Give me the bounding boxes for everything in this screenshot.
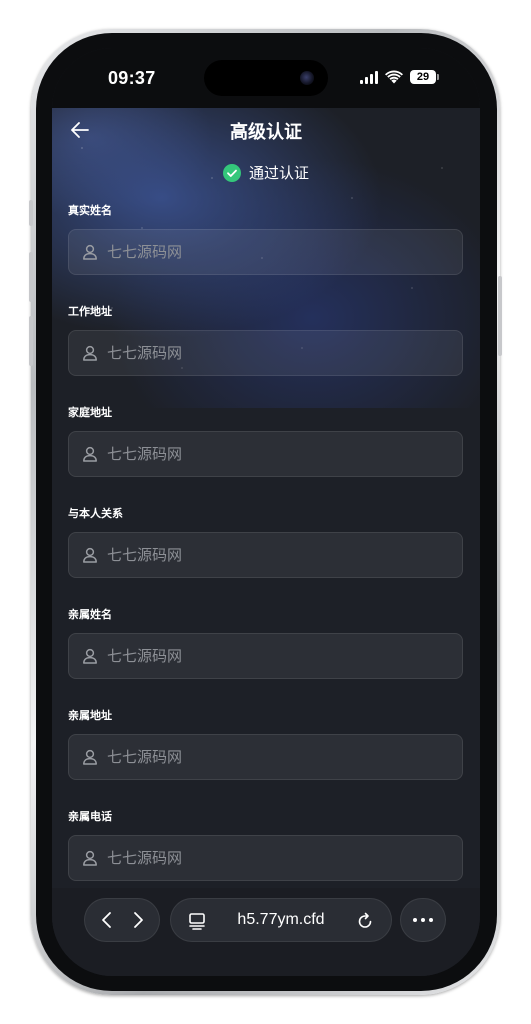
camera-icon (300, 71, 314, 85)
user-icon (83, 345, 97, 361)
page-title: 高级认证 (230, 122, 302, 143)
text-field[interactable] (68, 330, 463, 376)
dynamic-island (204, 60, 328, 96)
text-input[interactable] (107, 647, 437, 665)
mute-switch (29, 200, 33, 226)
field-label: 亲属地址 (68, 709, 112, 722)
chevron-right-icon[interactable] (127, 909, 149, 931)
check-circle-icon (222, 163, 241, 182)
volume-down-button (29, 316, 33, 366)
battery-icon: 29 (410, 70, 439, 84)
text-input[interactable] (107, 546, 437, 564)
nav-buttons (84, 898, 160, 942)
wifi-icon (385, 70, 403, 84)
text-input[interactable] (107, 748, 437, 766)
volume-up-button (29, 252, 33, 302)
text-field[interactable] (68, 633, 463, 679)
power-button (498, 276, 502, 356)
text-input[interactable] (107, 445, 437, 463)
tabs-icon[interactable] (187, 911, 207, 931)
chevron-left-icon[interactable] (96, 909, 118, 931)
user-icon (83, 547, 97, 563)
field-label: 亲属姓名 (68, 608, 112, 621)
field-label: 家庭地址 (68, 406, 112, 419)
address-bar[interactable]: h5.77ym.cfd (170, 898, 392, 942)
user-icon (83, 749, 97, 765)
text-field[interactable] (68, 734, 463, 780)
text-field[interactable] (68, 835, 463, 881)
text-field[interactable] (68, 532, 463, 578)
user-icon (83, 244, 97, 260)
text-field[interactable] (68, 431, 463, 477)
field-label: 真实姓名 (68, 204, 112, 217)
verification-text: 通过认证 (248, 164, 309, 182)
text-input[interactable] (107, 243, 437, 261)
status-icons: 29 (360, 70, 439, 84)
more-icon[interactable] (400, 898, 446, 942)
field-label: 亲属电话 (68, 810, 112, 823)
screen: 09:37 29 高级认证 通过认证 真实姓名工作 (52, 48, 480, 976)
status-time: 09:37 (108, 68, 156, 88)
text-input[interactable] (107, 344, 437, 362)
field-label: 工作地址 (68, 305, 112, 318)
user-icon (83, 850, 97, 866)
field-label: 与本人关系 (68, 507, 123, 520)
user-icon (83, 648, 97, 664)
user-icon (83, 446, 97, 462)
verification-status: 通过认证 (52, 162, 480, 183)
page-header: 高级认证 (52, 108, 480, 152)
signal-icon (360, 70, 378, 84)
browser-toolbar: h5.77ym.cfd (52, 888, 480, 976)
status-bar: 09:37 29 (52, 48, 480, 108)
url-text[interactable]: h5.77ym.cfd (215, 911, 347, 929)
text-input[interactable] (107, 849, 437, 867)
text-field[interactable] (68, 229, 463, 275)
reload-icon[interactable] (355, 911, 375, 931)
